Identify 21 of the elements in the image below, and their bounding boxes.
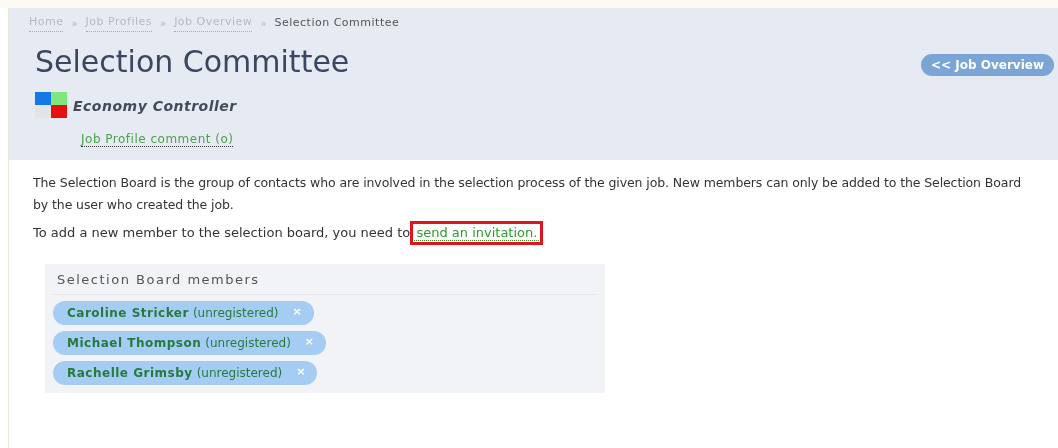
remove-button[interactable]: × (292, 304, 302, 321)
description-text: The Selection Board is the group of contacts who are involved in the selection process of the given job. New members can only be added to the Selection Board by the user who created the job. (33, 174, 1023, 214)
member-name: Michael Thompson (67, 334, 202, 352)
job-name: Economy Controller (73, 96, 237, 116)
back-button[interactable]: << Job Overview (921, 54, 1054, 76)
board-title: Selection Board members (53, 270, 597, 295)
breadcrumb-separator: » (71, 16, 78, 31)
member-status: (unregistered) (192, 304, 279, 322)
invite-text: To add a new member to the selection board, you need to send an invitation. (33, 222, 1034, 244)
breadcrumb-separator: » (160, 16, 167, 31)
job-profile-icon (35, 92, 69, 120)
remove-button[interactable]: × (304, 334, 315, 351)
member-status: (unregistered) (205, 334, 291, 352)
remove-button[interactable]: × (296, 364, 306, 381)
comment-link[interactable]: Job Profile comment (o) (81, 132, 234, 147)
member-status: (unregistered) (196, 364, 283, 382)
breadcrumb-separator: » (260, 16, 267, 31)
page-title: Selection Committee (35, 43, 350, 81)
member-name: Caroline Stricker (67, 304, 189, 322)
member-name: Rachelle Grimsby (67, 364, 193, 382)
breadcrumb-current: Selection Committee (274, 14, 400, 31)
